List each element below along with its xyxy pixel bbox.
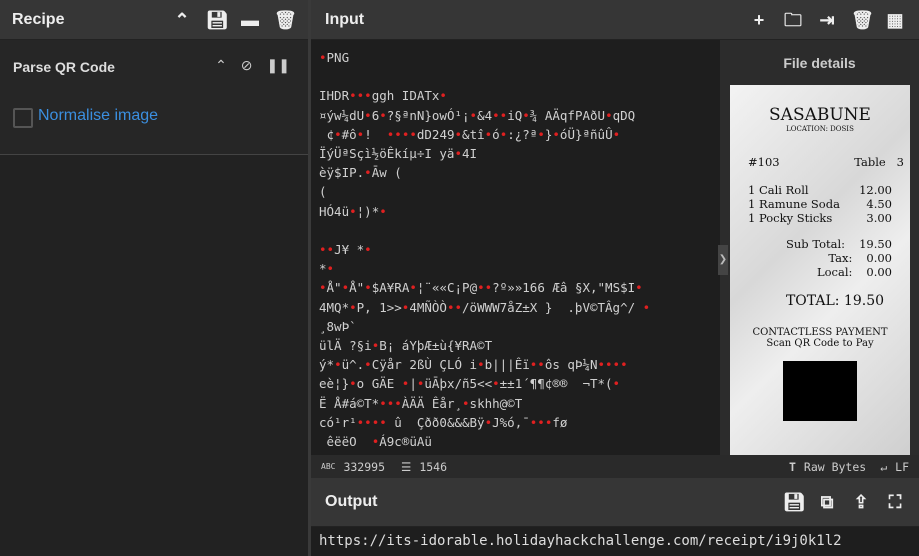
copy-icon[interactable]: ⧉	[817, 492, 837, 512]
receipt-total: TOTAL: 19.50	[785, 293, 885, 309]
receipt-amount: 0.00	[866, 251, 892, 265]
receipt-pay-line: CONTACTLESS PAYMENT	[752, 327, 888, 338]
operation-parse-qr-code[interactable]: Parse QR Code ⌃ ⊘ ❚❚ Normalise image	[0, 40, 308, 155]
receipt-row: 1 Cali Roll 12.00	[730, 183, 910, 197]
input-length: 332995	[343, 459, 385, 474]
chevron-up-icon[interactable]: ⌃	[215, 57, 227, 74]
receipt-image-preview: SASABUNE LOCATION: DOSIS #103 Table 3 1 C…	[730, 85, 910, 455]
receipt-amount: 3.00	[866, 211, 892, 225]
raw-bytes-toggle[interactable]: Raw Bytes	[804, 460, 866, 474]
save-icon[interactable]: 💾︎	[783, 492, 806, 512]
input-line: (	[319, 184, 327, 200]
receipt-label: 1 Ramune Soda	[748, 197, 840, 211]
input-line: 4MQ*•P, 1>>•4MÑÒÒ••/öWWW7åZ±X } .þV©TÂg^…	[319, 299, 651, 315]
file-details-panel: File details SASABUNE LOCATION: DOSIS #1…	[720, 40, 919, 455]
length-icon: ABC	[321, 462, 336, 471]
receipt-row: 1 Pocky Sticks 3.00	[730, 211, 910, 225]
input-line: có¹r¹•••• û Çðð0&&&Bÿ•J%ó,¯•••fø	[319, 414, 568, 430]
output-title: Output	[325, 493, 378, 510]
add-tab-icon[interactable]: +	[749, 10, 769, 30]
receipt-amount: 0.00	[866, 265, 892, 279]
input-textarea[interactable]: •PNG IHDR•••ggh IDATx• ¤ýw¼dU•6•?§ªnN}owÓ¹…	[311, 40, 718, 455]
recipe-header: Recipe ⌃ 💾︎ ▬ 🗑︎	[0, 0, 308, 40]
normalise-image-label[interactable]: Normalise image	[38, 107, 158, 125]
receipt-row: 1 Ramune Soda 4.50	[730, 197, 910, 211]
receipt-amount: 4.50	[866, 197, 892, 211]
input-status-bar: ABC 332995 ☰ 1546 T Raw Bytes ↵ LF	[311, 455, 919, 478]
replace-input-icon[interactable]: ⇪	[851, 492, 871, 512]
trash-icon[interactable]: 🗑︎	[274, 10, 297, 30]
qr-code-image	[783, 361, 857, 421]
collapse-chevron-up-icon[interactable]: ⌃	[172, 10, 192, 30]
text-type-icon: T	[788, 459, 796, 474]
output-text[interactable]: https://its-idorable.holidayhackchalleng…	[311, 527, 919, 556]
receipt-amount: 12.00	[859, 183, 892, 197]
receipt-label: 1 Cali Roll	[748, 183, 809, 197]
open-folder-icon[interactable]: 🗀	[783, 10, 803, 30]
receipt-table: Table 3	[854, 155, 904, 169]
layout-icon[interactable]: ▦	[885, 10, 905, 30]
receipt-label: Sub Total:	[786, 237, 846, 251]
input-line: ülÄ ?§i•B¡ áYþÆ±ù{¥RA©T	[319, 338, 493, 354]
input-line: eè¦}•o GÄE •|•üĀþx/ñ5<<•±±1´¶¶¢®® ¬T*(•	[319, 376, 621, 392]
file-details-title: File details	[783, 55, 856, 71]
recipe-title: Recipe	[12, 10, 65, 28]
input-line: ¢•#ô•! ••••dD249•&tî•ó•:¿?ª•}•óÜ}ªñûÛ•	[319, 126, 621, 142]
collapse-details-handle[interactable]: ❯	[718, 245, 728, 275]
input-line	[319, 221, 710, 240]
input-line: •Å"•Å"•$A¥RA•¦¨««C¡P@••?º»»166 Æâ §X,"MS…	[319, 280, 643, 296]
input-line: êëëO •Á9c®üAü	[319, 434, 432, 450]
save-icon[interactable]: 💾︎	[206, 10, 229, 30]
receipt-pay-instruction: Scan QR Code to Pay	[766, 338, 874, 349]
output-header: Output 💾︎ ⧉ ⇪ ⛶	[311, 478, 919, 527]
receipt-location: LOCATION: DOSIS	[786, 125, 854, 133]
input-line: HÓ4ü•¦)*•	[319, 203, 387, 219]
operation-title: Parse QR Code	[13, 59, 115, 75]
normalise-image-checkbox[interactable]	[13, 108, 33, 128]
input-line	[319, 67, 710, 86]
receipt-label: Tax:	[828, 251, 853, 265]
receipt-amount: 19.50	[859, 237, 892, 251]
receipt-name: SASABUNE	[769, 105, 871, 125]
input-line: *•	[319, 261, 335, 277]
receipt-order: #103	[748, 155, 780, 169]
receipt-items: 1 Cali Roll 12.00 1 Ramune Soda 4.50 1 Pocky…	[730, 183, 910, 225]
recipe-panel: Recipe ⌃ 💾︎ ▬ 🗑︎ Parse QR Code ⌃ ⊘ ❚❚ No…	[0, 0, 308, 556]
receipt-row: Local: 0.00	[730, 265, 910, 279]
input-line: ý*•ü^.•Cÿår 2ßÙ ÇLÓ i•b|||Êï••ôs qÞ¼N•••…	[319, 357, 628, 373]
input-line: èÿ$IP.•Āw (	[319, 165, 402, 181]
receipt-label: 1 Pocky Sticks	[748, 211, 833, 225]
input-line: ÏýÜªSçì½öÊkíµ÷I yä•4I	[319, 146, 478, 161]
input-line: Ë Å#á©T*•••ÀÄÄ Êår¸•skhh@©T	[319, 395, 523, 411]
open-file-icon[interactable]: ⇥	[817, 10, 837, 30]
input-line: ••J¥ *•	[319, 242, 372, 257]
maximize-icon[interactable]: ⛶	[885, 492, 905, 512]
receipt-label: Local:	[816, 265, 853, 279]
folder-icon[interactable]: ▬	[240, 10, 260, 30]
input-line: •PNG	[319, 50, 350, 65]
eol-toggle[interactable]: LF	[895, 460, 909, 474]
receipt-totals: Sub Total: 19.50 Tax: 0.00 Local: 0.00	[730, 237, 910, 279]
disable-icon[interactable]: ⊘	[241, 57, 253, 74]
pause-icon[interactable]: ❚❚	[267, 57, 290, 74]
input-line: IHDR•••ggh IDATx•	[319, 88, 447, 104]
input-line: ¤ýw¼dU•6•?§ªnN}owÓ¹¡•&4••iQ•¾ AÄqfPAðU•q…	[319, 107, 636, 123]
trash-icon[interactable]: 🗑︎	[851, 10, 874, 30]
eol-icon: ↵	[880, 459, 888, 474]
input-lines: 1546	[419, 459, 448, 474]
lines-icon: ☰	[401, 459, 412, 474]
input-header: Input + 🗀 ⇥ 🗑︎ ▦	[311, 0, 919, 40]
input-title: Input	[325, 10, 365, 28]
receipt-row: Tax: 0.00	[730, 251, 910, 265]
receipt-row: Sub Total: 19.50	[730, 237, 910, 251]
input-line: ¸8wÞ`	[319, 318, 357, 334]
